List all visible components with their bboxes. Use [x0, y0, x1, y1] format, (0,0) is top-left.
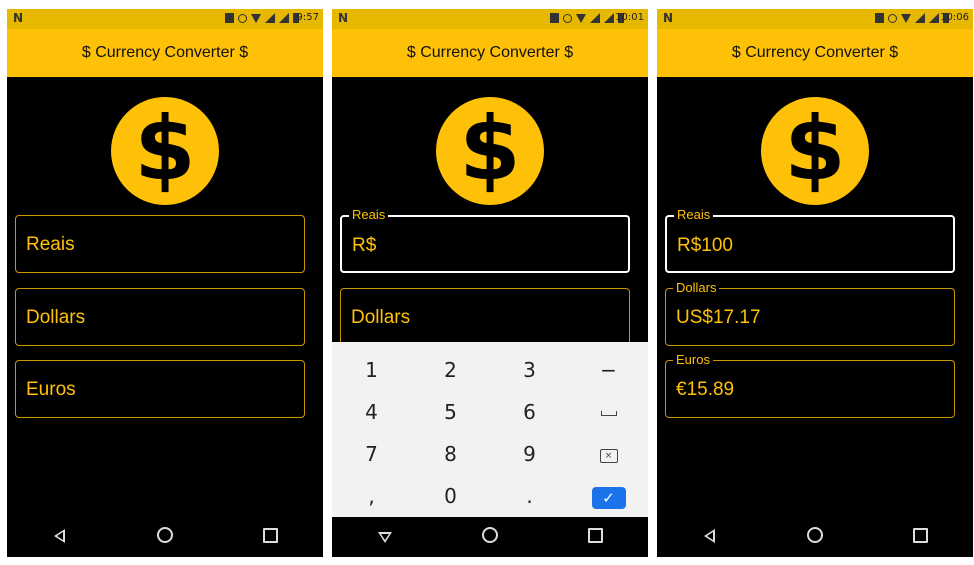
nav-bar	[7, 517, 323, 557]
euros-input[interactable]: Euros	[15, 360, 305, 418]
carrier-icon: N	[663, 11, 674, 25]
reais-label: Reais	[349, 207, 389, 222]
home-icon	[481, 526, 498, 543]
status-icons	[225, 13, 299, 23]
key-1[interactable]: 1	[332, 350, 411, 390]
vibrate-icon	[225, 13, 234, 23]
status-time: 10:06	[940, 12, 969, 23]
check-icon: ✓	[591, 486, 626, 509]
recents-button[interactable]	[900, 527, 940, 548]
alarm-icon	[563, 13, 572, 23]
dollar-logo-icon: $	[111, 97, 219, 205]
key-3[interactable]: 3	[490, 350, 569, 390]
key-space[interactable]	[569, 392, 648, 432]
status-bar: N 9:57	[7, 9, 323, 29]
reais-value[interactable]: R$100	[677, 235, 733, 257]
signal-icon	[915, 13, 925, 23]
recents-button[interactable]	[250, 527, 290, 548]
vibrate-icon	[550, 13, 559, 23]
alarm-icon	[238, 13, 247, 23]
signal-icon	[590, 13, 600, 23]
key-8[interactable]: 8	[411, 434, 490, 474]
key-0[interactable]: 0	[411, 476, 490, 516]
phone-screen-1: N 9:57 $ Currency Converter $ $ Reais Do…	[7, 9, 323, 557]
space-icon	[600, 411, 617, 416]
app-title: $ Currency Converter $	[7, 29, 323, 77]
reais-input[interactable]: Reais R$100	[665, 207, 955, 273]
recents-icon	[912, 527, 928, 543]
home-button[interactable]	[470, 526, 510, 548]
signal-icon-2	[604, 13, 614, 23]
home-icon	[806, 526, 823, 543]
app-title: $ Currency Converter $	[657, 29, 973, 77]
reais-input[interactable]: Reais	[15, 215, 305, 273]
dollars-placeholder: Dollars	[351, 307, 411, 328]
wifi-icon	[576, 13, 586, 23]
signal-icon-2	[279, 13, 289, 23]
recents-icon	[262, 527, 278, 543]
key-9[interactable]: 9	[490, 434, 569, 474]
reais-value[interactable]: R$	[352, 235, 376, 257]
dollars-label: Dollars	[673, 280, 720, 295]
status-bar: N 10:06	[657, 9, 973, 29]
back-icon	[704, 528, 716, 543]
app-title: $ Currency Converter $	[332, 29, 648, 77]
back-button[interactable]	[40, 527, 80, 548]
key-minus[interactable]: −	[569, 350, 648, 390]
dollar-logo-icon: $	[761, 97, 869, 205]
key-2[interactable]: 2	[411, 350, 490, 390]
status-icons	[875, 13, 949, 23]
dollars-value[interactable]: US$17.17	[676, 307, 761, 329]
phone-screen-3: N 10:06 $ Currency Converter $ $ Reais R…	[657, 9, 973, 557]
status-icons	[550, 13, 624, 23]
nav-bar	[657, 517, 973, 557]
euros-value[interactable]: €15.89	[676, 379, 734, 401]
key-5[interactable]: 5	[411, 392, 490, 432]
hide-keyboard-button[interactable]	[365, 527, 405, 548]
back-icon	[54, 528, 66, 543]
hide-keyboard-icon	[377, 531, 392, 543]
dollars-input[interactable]: Dollars US$17.17	[665, 280, 955, 346]
phone-screen-2: N 10:01 $ Currency Converter $ $ Reais R…	[332, 9, 648, 557]
signal-icon	[265, 13, 275, 23]
dollars-input[interactable]: Dollars	[340, 288, 630, 346]
reais-placeholder: Reais	[26, 234, 75, 255]
alarm-icon	[888, 13, 897, 23]
recents-button[interactable]	[575, 527, 615, 548]
key-7[interactable]: 7	[332, 434, 411, 474]
back-button[interactable]	[690, 527, 730, 548]
euros-label: Euros	[673, 352, 713, 367]
key-4[interactable]: 4	[332, 392, 411, 432]
carrier-icon: N	[13, 11, 24, 25]
numeric-keyboard: 1 2 3 − 4 5 6 7 8 9 × , 0 . ✓	[332, 342, 648, 517]
key-period[interactable]: .	[490, 476, 569, 516]
home-button[interactable]	[145, 526, 185, 548]
recents-icon	[587, 527, 603, 543]
vibrate-icon	[875, 13, 884, 23]
euros-input[interactable]: Euros €15.89	[665, 352, 955, 418]
key-done[interactable]: ✓	[569, 476, 648, 516]
status-time: 10:01	[615, 12, 644, 23]
home-icon	[156, 526, 173, 543]
wifi-icon	[901, 13, 911, 23]
key-backspace[interactable]: ×	[569, 434, 648, 474]
euros-placeholder: Euros	[26, 379, 76, 400]
dollars-input[interactable]: Dollars	[15, 288, 305, 346]
backspace-icon: ×	[599, 448, 618, 463]
reais-label: Reais	[674, 207, 714, 222]
dollars-placeholder: Dollars	[26, 307, 86, 328]
reais-input[interactable]: Reais R$	[340, 207, 630, 273]
wifi-icon	[251, 13, 261, 23]
status-time: 9:57	[296, 12, 319, 23]
home-button[interactable]	[795, 526, 835, 548]
carrier-icon: N	[338, 11, 349, 25]
dollar-logo-icon: $	[436, 97, 544, 205]
key-comma[interactable]: ,	[332, 476, 411, 516]
key-6[interactable]: 6	[490, 392, 569, 432]
nav-bar	[332, 517, 648, 557]
signal-icon-2	[929, 13, 939, 23]
status-bar: N 10:01	[332, 9, 648, 29]
